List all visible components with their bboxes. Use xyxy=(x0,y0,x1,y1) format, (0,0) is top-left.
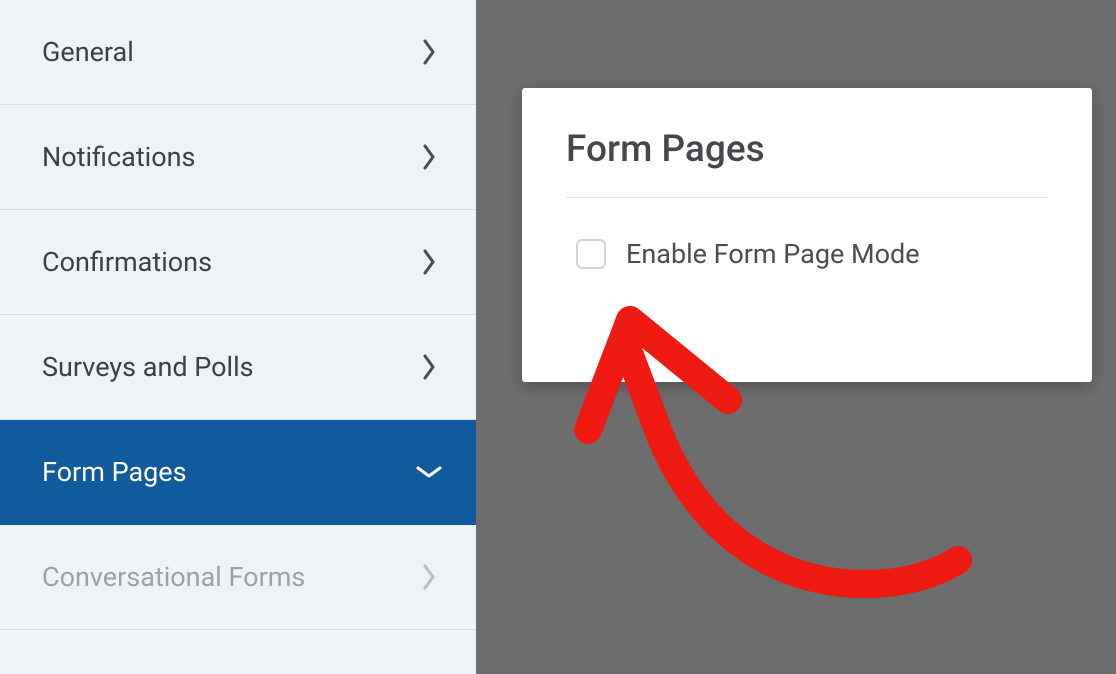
sidebar-item-label: General xyxy=(42,36,134,68)
sidebar-item-notifications[interactable]: Notifications xyxy=(0,105,476,210)
sidebar-item-label: Form Pages xyxy=(42,456,187,488)
sidebar-item-form-pages[interactable]: Form Pages xyxy=(0,420,476,525)
enable-form-page-mode-checkbox[interactable] xyxy=(576,239,606,269)
main-content: Form Pages Enable Form Page Mode xyxy=(476,0,1116,674)
chevron-right-icon xyxy=(420,148,438,166)
form-pages-panel: Form Pages Enable Form Page Mode xyxy=(522,88,1092,382)
chevron-right-icon xyxy=(420,253,438,271)
chevron-down-icon xyxy=(420,463,438,481)
panel-title: Form Pages xyxy=(566,128,1048,198)
sidebar-item-general[interactable]: General xyxy=(0,0,476,105)
chevron-right-icon xyxy=(420,43,438,61)
enable-form-page-mode-row: Enable Form Page Mode xyxy=(576,238,1048,270)
sidebar-item-conversational-forms[interactable]: Conversational Forms xyxy=(0,525,476,630)
sidebar-item-label: Confirmations xyxy=(42,246,212,278)
sidebar-item-label: Surveys and Polls xyxy=(42,351,254,383)
chevron-right-icon xyxy=(420,358,438,376)
sidebar-item-label: Notifications xyxy=(42,141,195,173)
sidebar-item-confirmations[interactable]: Confirmations xyxy=(0,210,476,315)
checkbox-label: Enable Form Page Mode xyxy=(626,238,920,270)
settings-sidebar: General Notifications Confirmations Surv… xyxy=(0,0,476,674)
chevron-right-icon xyxy=(420,568,438,586)
sidebar-item-surveys-polls[interactable]: Surveys and Polls xyxy=(0,315,476,420)
sidebar-item-label: Conversational Forms xyxy=(42,561,305,593)
